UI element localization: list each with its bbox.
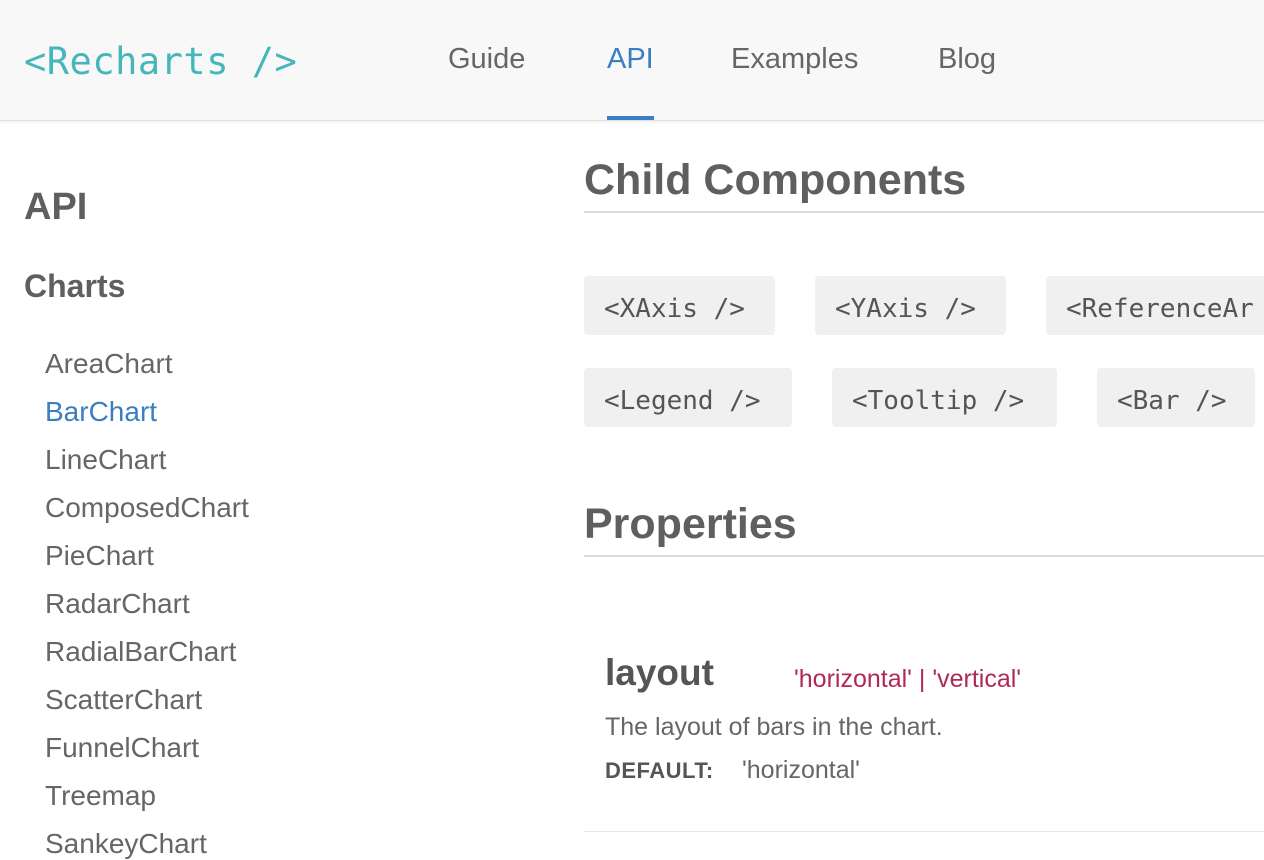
chip-bar[interactable]: <Bar /> [1097, 368, 1255, 427]
sidebar-section-heading: Charts [24, 268, 126, 304]
sidebar-item-barchart[interactable]: BarChart [45, 396, 157, 428]
chip-legend[interactable]: <Legend /> [584, 368, 792, 427]
chip-xaxis[interactable]: <XAxis /> [584, 276, 775, 335]
nav-examples[interactable]: Examples [731, 43, 858, 120]
sidebar-item-sankeychart[interactable]: SankeyChart [45, 828, 207, 860]
sidebar-item-radarchart[interactable]: RadarChart [45, 588, 190, 620]
top-header: <Recharts /> Guide API Examples Blog [0, 0, 1264, 121]
chip-yaxis[interactable]: <YAxis /> [815, 276, 1006, 335]
chip-tooltip[interactable]: <Tooltip /> [832, 368, 1057, 427]
logo-link[interactable]: <Recharts /> [24, 40, 297, 83]
property-description: The layout of bars in the chart. [605, 713, 943, 741]
sidebar-item-composedchart[interactable]: ComposedChart [45, 492, 249, 524]
chip-referencearea[interactable]: <ReferenceAr [1046, 276, 1264, 335]
sidebar-item-areachart[interactable]: AreaChart [45, 348, 173, 380]
sidebar-item-scatterchart[interactable]: ScatterChart [45, 684, 202, 716]
sidebar-item-funnelchart[interactable]: FunnelChart [45, 732, 199, 764]
property-default-label: DEFAULT: [605, 758, 714, 783]
nav-api[interactable]: API [607, 43, 654, 120]
nav-blog[interactable]: Blog [938, 43, 996, 120]
sidebar-item-piechart[interactable]: PieChart [45, 540, 154, 572]
property-divider [584, 831, 1264, 832]
property-name: layout [605, 652, 714, 693]
property-default-value: 'horizontal' [742, 756, 860, 784]
sidebar-item-radialbarchart[interactable]: RadialBarChart [45, 636, 236, 668]
property-type: 'horizontal' | 'vertical' [794, 665, 1022, 693]
properties-title: Properties [584, 500, 1264, 557]
child-components-title: Child Components [584, 156, 1264, 213]
nav-guide[interactable]: Guide [448, 43, 525, 120]
sidebar-item-linechart[interactable]: LineChart [45, 444, 166, 476]
sidebar-heading: API [24, 186, 88, 228]
sidebar-item-treemap[interactable]: Treemap [45, 780, 156, 812]
